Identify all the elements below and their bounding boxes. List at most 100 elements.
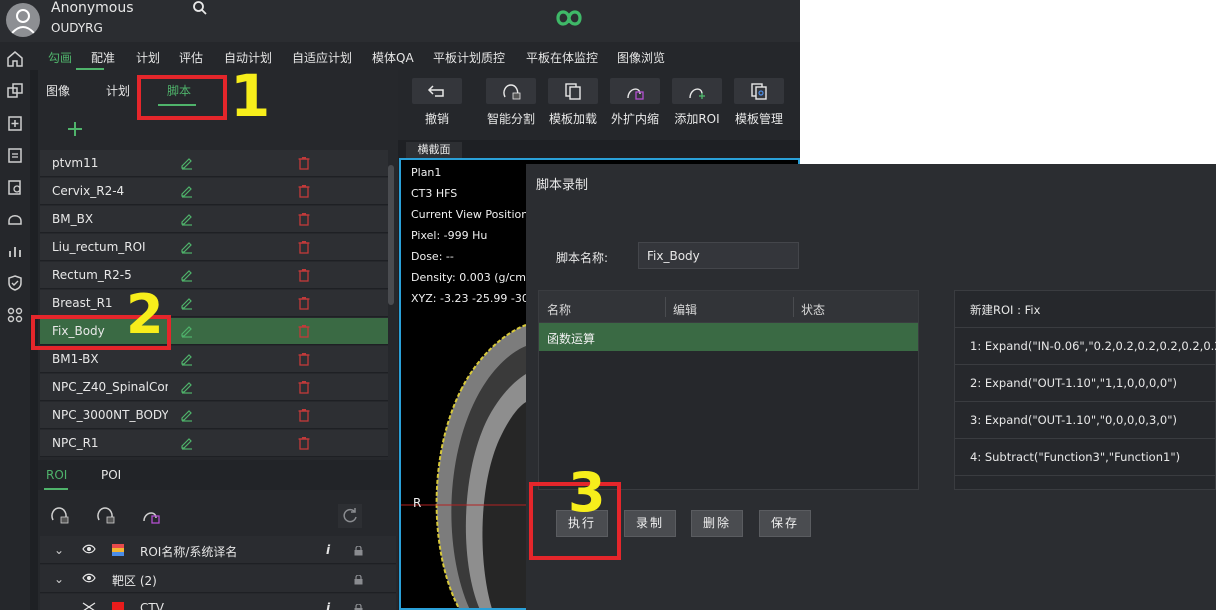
tab-poi[interactable]: POI <box>101 468 121 482</box>
menu-tab-adaptive-plan[interactable]: 自适应计划 <box>292 49 352 66</box>
script-row[interactable]: BM_BX <box>40 206 388 233</box>
edit-icon[interactable] <box>180 324 194 338</box>
roi-color-swatch[interactable] <box>112 602 124 610</box>
lock-icon[interactable] <box>354 545 363 559</box>
list-item[interactable]: 1: Expand("IN-0.06","0.2,0.2,0.2,0.2,0.2… <box>955 328 1216 365</box>
list-item[interactable]: 2: Expand("OUT-1.10","1,1,0,0,0,0") <box>955 365 1216 402</box>
script-row[interactable]: ptvm11 <box>40 150 388 177</box>
column-edit: 编辑 <box>673 303 698 317</box>
apps-icon[interactable] <box>6 306 24 324</box>
script-row[interactable]: NPC_R1 <box>40 430 388 457</box>
refresh-icon[interactable] <box>338 504 362 528</box>
list-item[interactable]: 3: Expand("OUT-1.10","0,0,0,0,3,0") <box>955 402 1216 439</box>
menu-tab-phantom-qa[interactable]: 模体QA <box>372 49 414 66</box>
home-icon[interactable] <box>6 50 24 68</box>
search-icon[interactable] <box>192 0 208 16</box>
subtab-plan[interactable]: 计划 <box>106 82 130 99</box>
edit-icon[interactable] <box>180 352 194 366</box>
smart-segment-icon[interactable] <box>486 78 536 104</box>
trash-icon[interactable] <box>298 296 310 310</box>
script-list-scrollbar[interactable] <box>388 165 394 305</box>
avatar[interactable] <box>6 3 40 37</box>
trash-icon[interactable] <box>298 436 310 450</box>
script-row[interactable]: Liu_rectum_ROI <box>40 234 388 261</box>
clipboard-search-icon[interactable] <box>6 178 24 196</box>
shield-icon[interactable] <box>6 274 24 292</box>
script-row[interactable]: NPC_3000NT_BODY <box>40 402 388 429</box>
edit-icon[interactable] <box>180 436 194 450</box>
trash-icon[interactable] <box>298 212 310 226</box>
undo-icon[interactable] <box>412 78 462 104</box>
add-roi-button[interactable]: 添加ROI <box>670 78 724 136</box>
menu-tab-contour[interactable]: 勾画 <box>48 49 72 66</box>
table-row[interactable]: 函数运算 <box>539 323 918 351</box>
lock-icon[interactable] <box>354 603 363 610</box>
script-row[interactable]: Breast_R1 <box>40 290 388 317</box>
trash-icon[interactable] <box>298 184 310 198</box>
edit-icon[interactable] <box>180 268 194 282</box>
trash-icon[interactable] <box>298 240 310 254</box>
edit-icon[interactable] <box>180 380 194 394</box>
template-load-icon[interactable] <box>548 78 598 104</box>
smart-segment-button[interactable]: 智能分割 <box>484 78 538 136</box>
script-row[interactable]: NPC_Z40_SpinalCor <box>40 374 388 401</box>
trash-icon[interactable] <box>298 352 310 366</box>
add-roi-icon[interactable] <box>672 78 722 104</box>
template-manage-icon[interactable] <box>734 78 784 104</box>
edit-icon[interactable] <box>180 212 194 226</box>
lock-icon[interactable] <box>354 574 363 588</box>
delete-button[interactable]: 删除 <box>691 510 743 537</box>
eye-icon[interactable] <box>82 572 96 586</box>
clipboard-plus-icon[interactable] <box>6 114 24 132</box>
tab-roi[interactable]: ROI <box>46 468 67 482</box>
script-row[interactable]: BM1-BX <box>40 346 388 373</box>
undo-button[interactable]: 撤销 <box>410 78 464 136</box>
edit-icon[interactable] <box>180 156 194 170</box>
edit-icon[interactable] <box>180 184 194 198</box>
target-icon[interactable] <box>82 601 96 610</box>
menu-tab-epid-plan-qa[interactable]: 平板计划质控 <box>433 49 505 66</box>
menu-tab-image-browse[interactable]: 图像浏览 <box>617 49 665 66</box>
edit-icon[interactable] <box>180 296 194 310</box>
info-icon[interactable]: i <box>326 543 330 557</box>
function-text: 新建ROI : Fix <box>970 303 1041 317</box>
windows-icon[interactable] <box>6 82 24 100</box>
stats-icon[interactable] <box>6 242 24 260</box>
script-row[interactable]: Cervix_R2-4 <box>40 178 388 205</box>
template-load-button[interactable]: 模板加载 <box>546 78 600 136</box>
menu-tab-evaluate[interactable]: 评估 <box>179 49 203 66</box>
subtab-image[interactable]: 图像 <box>46 82 70 99</box>
helmet-icon[interactable] <box>6 210 24 228</box>
info-icon[interactable]: i <box>326 601 330 610</box>
trash-icon[interactable] <box>298 408 310 422</box>
list-item[interactable]: 4: Subtract("Function3","Function1") <box>955 439 1216 476</box>
expand-shrink-button[interactable]: 外扩内缩 <box>608 78 662 136</box>
expand-roi-icon[interactable] <box>140 504 162 526</box>
menu-tab-registration[interactable]: 配准 <box>91 49 115 66</box>
template-manage-button[interactable]: 模板管理 <box>732 78 786 136</box>
chevron-down-icon[interactable]: ⌄ <box>54 543 64 557</box>
trash-icon[interactable] <box>298 156 310 170</box>
expand-shrink-icon[interactable] <box>610 78 660 104</box>
add-icon[interactable] <box>66 120 84 138</box>
script-name-input[interactable] <box>638 242 799 269</box>
roi-group-row[interactable]: ⌄ 靶区 (2) <box>40 565 396 593</box>
edit-icon[interactable] <box>180 408 194 422</box>
save-button[interactable]: 保存 <box>759 510 811 537</box>
report-icon[interactable] <box>6 146 24 164</box>
trash-icon[interactable] <box>298 380 310 394</box>
trash-icon[interactable] <box>298 324 310 338</box>
template-segment-icon[interactable] <box>94 504 116 526</box>
view-tab-transverse[interactable]: 横截面 <box>406 142 462 158</box>
chevron-down-icon[interactable]: ⌄ <box>54 572 64 586</box>
auto-segment-icon[interactable] <box>48 504 70 526</box>
eye-icon[interactable] <box>82 543 96 557</box>
trash-icon[interactable] <box>298 268 310 282</box>
edit-icon[interactable] <box>180 240 194 254</box>
list-item[interactable]: 新建ROI : Fix <box>955 291 1216 328</box>
record-button[interactable]: 录制 <box>624 510 676 537</box>
script-row[interactable]: Rectum_R2-5 <box>40 262 388 289</box>
roi-item-row[interactable]: CTV i <box>40 594 396 610</box>
menu-tab-plan[interactable]: 计划 <box>136 49 160 66</box>
menu-tab-epid-invivo[interactable]: 平板在体监控 <box>526 49 598 66</box>
